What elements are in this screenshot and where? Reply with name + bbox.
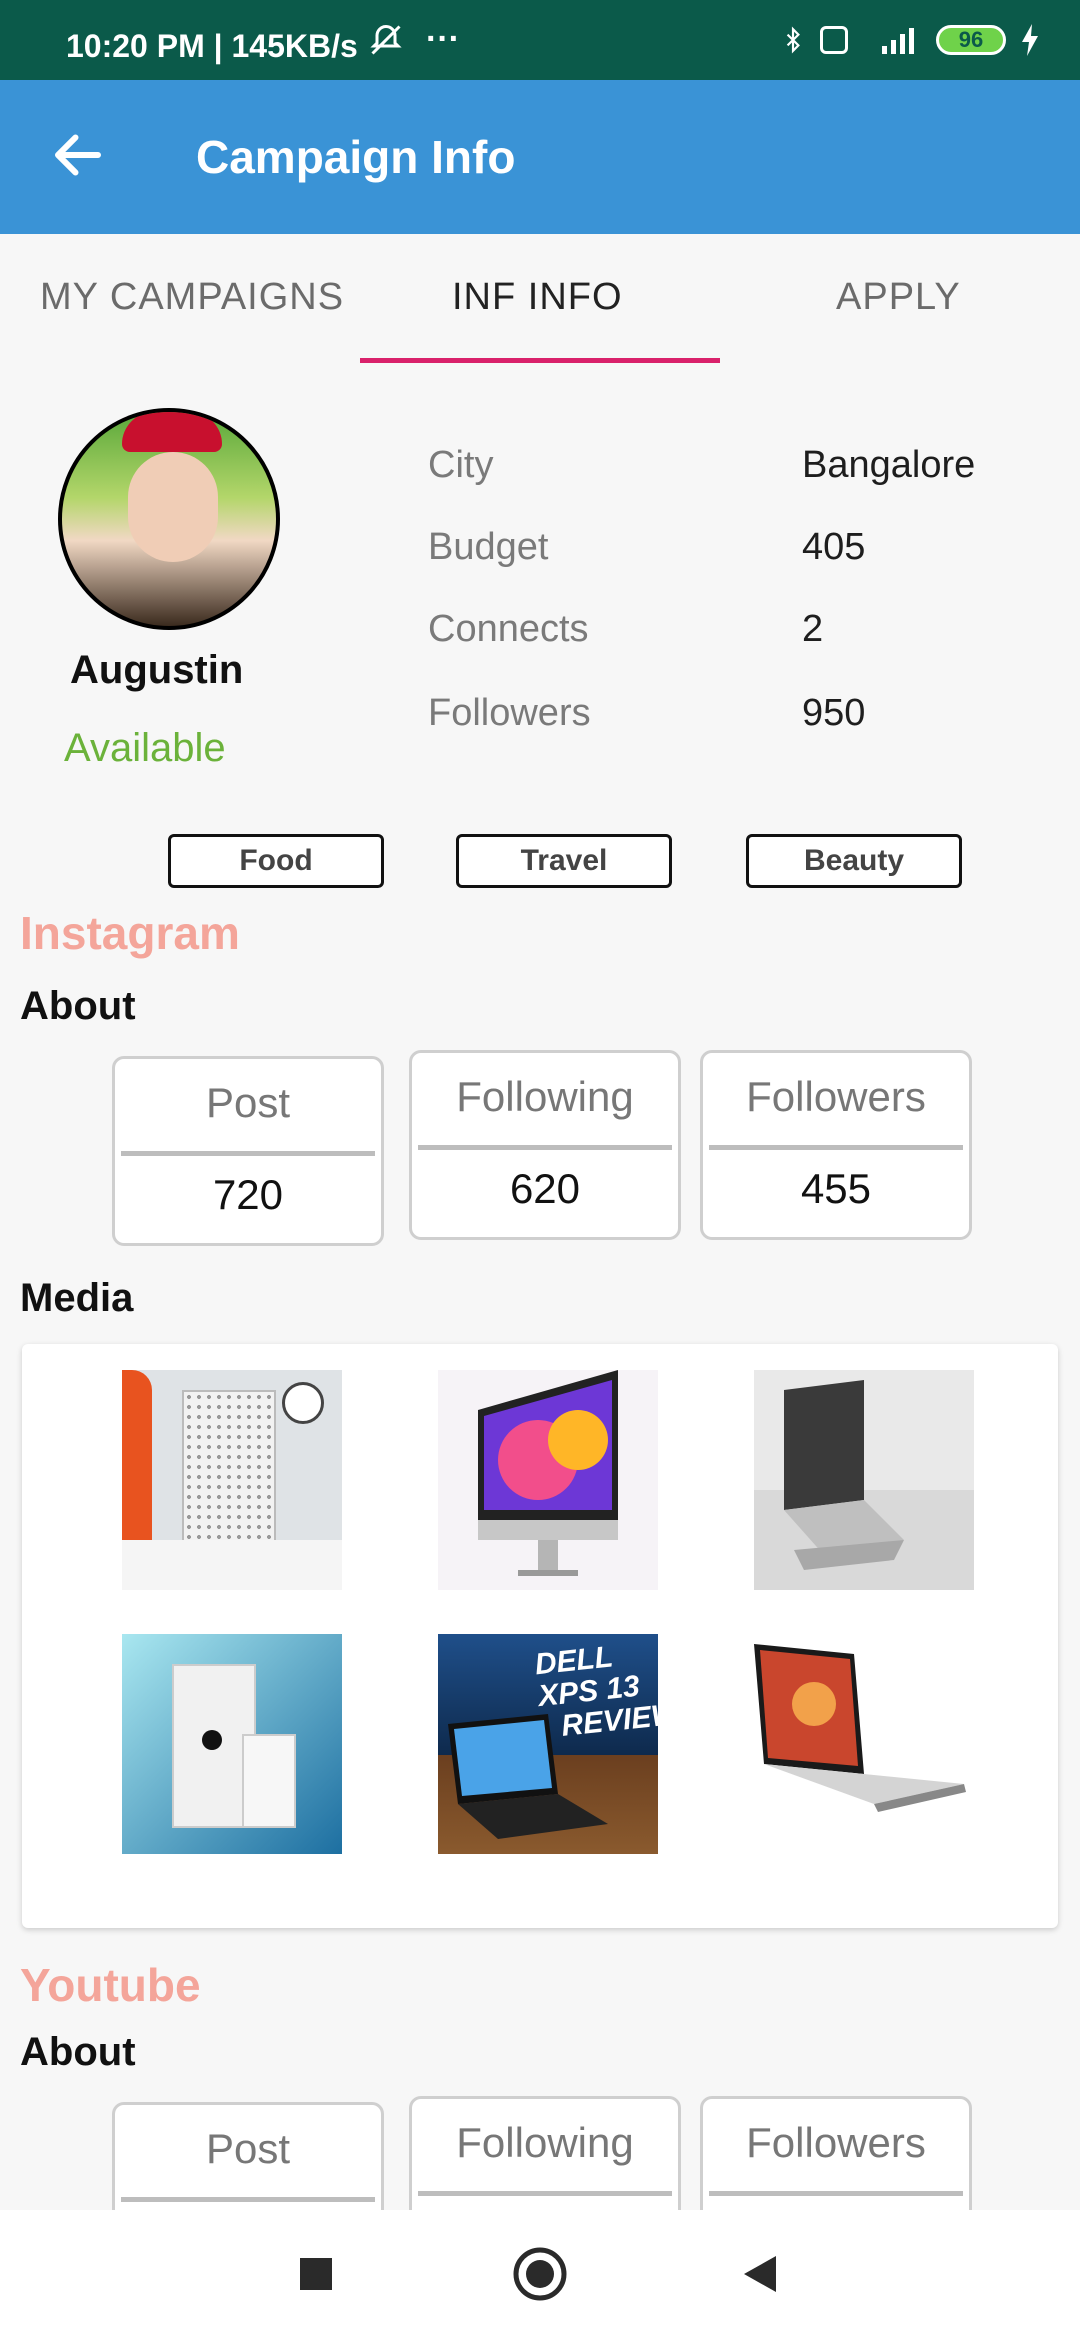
detail-value-connects: 2 (802, 608, 824, 650)
back-arrow-icon[interactable] (48, 125, 108, 185)
tab-my-campaigns[interactable]: MY CAMPAIGNS (40, 276, 344, 319)
stat-value: 620 (509, 1165, 581, 1212)
youtube-about-label: About (20, 2030, 136, 2074)
media-thumb-mac-pro[interactable] (122, 1370, 342, 1590)
avatar-face (128, 452, 218, 562)
active-tab-indicator (360, 358, 720, 363)
influencer-name: Augustin (70, 648, 244, 692)
more-icon: ··· (426, 20, 460, 58)
detail-value-followers: 950 (802, 692, 866, 734)
stat-label: Followers (746, 1073, 926, 1120)
instagram-section-title: Instagram (20, 907, 240, 959)
avatar (58, 408, 280, 630)
back-triangle-icon[interactable] (740, 2252, 780, 2296)
stat-value: 720 (212, 1171, 284, 1218)
page-title: Campaign Info (196, 131, 516, 183)
charging-icon (1022, 24, 1038, 56)
detail-value-city: Bangalore (802, 444, 976, 486)
media-thumb-macbook-stand[interactable] (754, 1370, 974, 1590)
home-circle-icon[interactable] (512, 2246, 568, 2302)
media-thumb-imac[interactable] (438, 1370, 658, 1590)
detail-label-budget: Budget (428, 526, 549, 568)
stat-divider (709, 2191, 963, 2196)
media-thumb-dell-laptop[interactable] (754, 1634, 974, 1854)
system-nav-bar (0, 2210, 1080, 2340)
status-bar: 10:20 PM | 145KB/s ··· 96 (0, 0, 1080, 80)
tab-apply[interactable]: APPLY (836, 276, 961, 319)
stat-value: 455 (800, 1165, 872, 1212)
detail-value-budget: 405 (802, 526, 866, 568)
media-thumb-dell-review[interactable]: DELL XPS 13 REVIEW (438, 1634, 658, 1854)
tab-inf-info[interactable]: INF INFO (452, 276, 623, 319)
instagram-about-label: About (20, 984, 136, 1028)
media-grid: DELL XPS 13 REVIEW (22, 1344, 1058, 1928)
detail-label-city: City (428, 444, 494, 486)
recents-square-icon[interactable] (296, 2254, 336, 2294)
avatar-hat (122, 412, 222, 452)
stat-divider (418, 1145, 672, 1150)
tag-chip-food[interactable]: Food (168, 834, 384, 888)
instagram-stat-post: Post 720 (112, 1056, 384, 1246)
stat-divider (121, 2197, 375, 2202)
tag-chip-beauty[interactable]: Beauty (746, 834, 962, 888)
signal-icon (882, 28, 914, 54)
stat-label: Post (205, 2125, 291, 2172)
youtube-section-title: Youtube (20, 1959, 201, 2011)
status-time: 10:20 PM | 145KB/s (66, 28, 358, 64)
detail-label-followers: Followers (428, 692, 591, 734)
instagram-stat-followers: Followers 455 (700, 1050, 972, 1240)
app-bar: Campaign Info (0, 80, 1080, 234)
tab-bar: MY CAMPAIGNS INF INFO APPLY (0, 234, 1080, 366)
apple-logo-icon (202, 1730, 222, 1750)
tag-chip-travel[interactable]: Travel (456, 834, 672, 888)
stat-label: Followers (746, 2119, 926, 2166)
stat-label: Post (205, 1079, 291, 1126)
detail-label-connects: Connects (428, 608, 589, 650)
bluetooth-icon (786, 26, 800, 54)
availability-status: Available (64, 726, 226, 770)
volte-icon (820, 26, 848, 54)
stat-label: Following (456, 2119, 634, 2166)
stat-divider (121, 1151, 375, 1156)
stat-divider (418, 2191, 672, 2196)
stat-divider (709, 1145, 963, 1150)
mute-bell-icon (370, 24, 402, 55)
stat-label: Following (456, 1073, 634, 1120)
instagram-stat-following: Following 620 (409, 1050, 681, 1240)
battery-icon: 96 (936, 25, 1006, 55)
media-thumb-mac-pro-blue[interactable] (122, 1634, 342, 1854)
instagram-media-label: Media (20, 1276, 134, 1320)
